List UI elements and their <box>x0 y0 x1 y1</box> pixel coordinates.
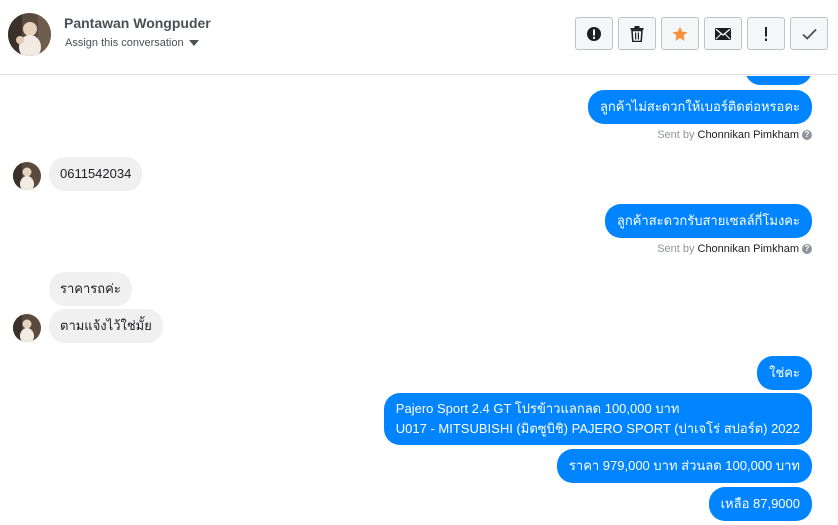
message-line: U017 - MITSUBISHI (มิตซูบิชิ) PAJERO SPO… <box>395 421 800 436</box>
message-bubble-cutoff <box>745 76 812 85</box>
help-icon[interactable]: ? <box>802 244 812 254</box>
alert-circle-icon <box>587 26 601 41</box>
caret-down-icon <box>188 40 199 46</box>
message-bubble-outgoing: ใช่คะ <box>757 356 812 390</box>
star-icon <box>672 26 688 41</box>
assign-conversation-dropdown[interactable]: Assign this conversation <box>65 37 199 49</box>
message-bubble-outgoing: ลูกค้าสะดวกรับสายเซลล์กี่โมงคะ <box>604 204 812 238</box>
message-bubble-incoming: 0611542034 <box>49 157 143 191</box>
sender-name: Chonnikan Pimkham <box>697 129 800 141</box>
message-bubble-outgoing: ลูกค้าไม่สะดวกให้เบอร์ติดต่อหรอคะ <box>587 90 812 124</box>
message-bubble-outgoing: ราคา 979,000 บาท ส่วนลด 100,000 บาท <box>556 449 812 483</box>
delete-button[interactable] <box>618 17 656 50</box>
conversation-toolbar <box>575 17 828 50</box>
mark-spam-button[interactable] <box>575 17 613 50</box>
contact-name: Pantawan Wongpuder <box>64 15 211 31</box>
message-thread[interactable]: ลูกค้าไม่สะดวกให้เบอร์ติดต่อหรอคะ Sent b… <box>0 76 838 525</box>
conversation-header: Pantawan Wongpuder Assign this conversat… <box>0 0 838 75</box>
contact-avatar-small <box>13 314 41 342</box>
message-bubble-outgoing: Pajero Sport 2.4 GT โปรข้าวแลกลด 100,000… <box>383 393 812 445</box>
message-line: Pajero Sport 2.4 GT โปรข้าวแลกลด 100,000… <box>395 401 680 416</box>
mark-done-button[interactable] <box>790 17 828 50</box>
message-bubble-incoming: ตามแจ้งไว้ใช่มั้ย <box>49 309 163 343</box>
message-bubble-incoming: ราคารถค่ะ <box>49 272 132 306</box>
contact-avatar-small <box>13 162 41 190</box>
follow-up-button[interactable] <box>747 17 785 50</box>
sender-name: Chonnikan Pimkham <box>697 243 800 255</box>
help-icon[interactable]: ? <box>802 130 812 140</box>
envelope-icon <box>715 27 731 40</box>
assign-label: Assign this conversation <box>65 37 184 49</box>
sent-by-label: Sent by Chonnikan Pimkham ? <box>657 129 812 141</box>
contact-avatar[interactable] <box>8 13 51 56</box>
message-bubble-outgoing: เหลือ 87,9000 <box>708 487 812 521</box>
mark-unread-button[interactable] <box>704 17 742 50</box>
star-button[interactable] <box>661 17 699 50</box>
exclamation-icon <box>765 26 767 41</box>
sent-by-label: Sent by Chonnikan Pimkham ? <box>657 243 812 255</box>
trash-icon <box>630 25 644 42</box>
checkmark-icon <box>801 28 817 40</box>
